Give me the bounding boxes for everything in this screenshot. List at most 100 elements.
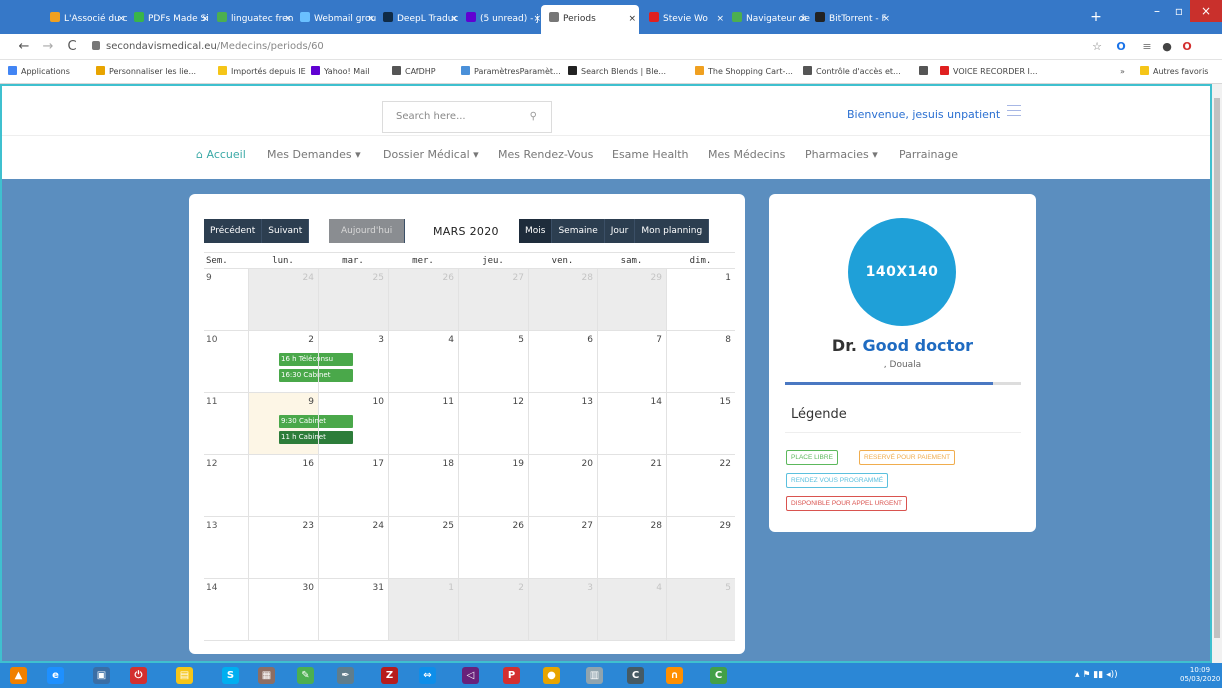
nav-mes-rendez-vous[interactable]: Mes Rendez-Vous — [498, 148, 593, 161]
browser-tab[interactable]: DeepL Traduc × — [375, 5, 461, 34]
tab-close-icon[interactable]: × — [716, 5, 724, 34]
vlc-icon[interactable]: ▲ — [10, 667, 27, 684]
day-cell[interactable]: 18 — [388, 455, 458, 516]
day-cell[interactable]: 3 — [318, 331, 388, 392]
day-cell[interactable]: 25 — [318, 269, 388, 330]
day-cell[interactable]: 29 — [597, 269, 666, 330]
previous-button[interactable]: Précédent — [204, 219, 263, 243]
day-cell[interactable]: 3 — [528, 579, 597, 640]
bookmark-item[interactable]: Applications — [8, 60, 70, 84]
day-cell[interactable]: 9 9:30 Cabinet 11 h Cabinet — [248, 393, 353, 454]
visual-studio-icon[interactable]: ◁ — [462, 667, 479, 684]
day-cell[interactable]: 28 — [597, 517, 666, 578]
paint-icon[interactable]: ✎ — [297, 667, 314, 684]
view-week-button[interactable]: Semaine — [552, 219, 605, 243]
day-cell[interactable]: 2 — [458, 579, 528, 640]
other-bookmarks[interactable]: Autres favoris — [1140, 60, 1208, 84]
bookmark-item[interactable]: Personnaliser les lie... — [96, 60, 196, 84]
day-cell[interactable]: 13 — [528, 393, 597, 454]
day-cell[interactable]: 30 — [248, 579, 318, 640]
bookmark-item[interactable]: Yahoo! Mail — [311, 60, 370, 84]
network-icon[interactable]: ▣ — [93, 667, 110, 684]
notepad-icon[interactable]: ▦ — [258, 667, 275, 684]
nav-pharmacies[interactable]: Pharmacies ▾ — [805, 148, 878, 161]
search-icon[interactable]: ⚲ — [530, 102, 537, 132]
system-clock[interactable]: 10:09 05/03/2020 — [1180, 666, 1220, 684]
opera-icon[interactable]: O — [1180, 40, 1194, 54]
browser-tab[interactable]: Webmail grou × — [292, 5, 378, 34]
browser-tab[interactable]: Stevie Wo × — [641, 5, 727, 34]
day-cell[interactable]: 4 — [597, 579, 666, 640]
day-cell[interactable]: 5 — [458, 331, 528, 392]
day-cell[interactable]: 27 — [458, 269, 528, 330]
star-icon[interactable]: ☆ — [1090, 40, 1104, 54]
maximize-button[interactable]: ▫ — [1168, 0, 1190, 22]
welcome-user[interactable]: Bienvenue, jesuis unpatient — [847, 108, 1000, 121]
tab-close-icon[interactable]: × — [799, 5, 807, 34]
browser-tab[interactable]: Periods × — [541, 5, 639, 34]
browser-tab[interactable]: Navigateur de × — [724, 5, 810, 34]
browser-tab[interactable]: L'Associé du c × — [42, 5, 128, 34]
day-cell[interactable]: 5 — [666, 579, 735, 640]
reading-list-icon[interactable]: ≡ — [1140, 40, 1154, 54]
menu-icon[interactable] — [1007, 105, 1021, 117]
browser-tab[interactable]: BitTorrent - F × — [807, 5, 893, 34]
bookmark-item[interactable]: Importés depuis IE — [218, 60, 306, 84]
bookmark-item[interactable]: The Shopping Cart-... — [695, 60, 793, 84]
minimize-button[interactable]: – — [1146, 0, 1168, 22]
day-cell[interactable]: 1 — [388, 579, 458, 640]
skype-icon[interactable]: S — [222, 667, 239, 684]
tab-close-icon[interactable]: × — [367, 5, 375, 34]
tab-close-icon[interactable]: × — [628, 5, 636, 34]
nav-dossier-medical[interactable]: Dossier Médical ▾ — [383, 148, 479, 161]
day-cell[interactable]: 17 — [318, 455, 388, 516]
day-cell[interactable]: 21 — [597, 455, 666, 516]
day-cell[interactable]: 7 — [597, 331, 666, 392]
day-cell[interactable]: 26 — [458, 517, 528, 578]
view-planning-button[interactable]: Mon planning — [635, 219, 710, 243]
day-cell[interactable]: 1 — [666, 269, 735, 330]
bookmark-item[interactable] — [919, 60, 932, 84]
browser-tab[interactable]: linguatec fren × — [209, 5, 295, 34]
tab-close-icon[interactable]: × — [882, 5, 890, 34]
bookmark-item[interactable]: CAfDHP — [392, 60, 436, 84]
day-cell[interactable]: 27 — [528, 517, 597, 578]
search-input[interactable]: Search here... ⚲ — [382, 101, 552, 133]
day-cell[interactable]: 24 — [318, 517, 388, 578]
day-cell[interactable]: 15 — [666, 393, 735, 454]
system-tray-icons[interactable]: ▴ ⚑ ▮▮ ◂)) — [1075, 670, 1118, 680]
browser-tab[interactable]: (5 unread) - j × — [458, 5, 544, 34]
view-day-button[interactable]: Jour — [604, 219, 636, 243]
profile-icon[interactable]: ● — [1160, 40, 1174, 54]
today-button[interactable]: Aujourd'hui — [329, 219, 406, 243]
nav-esame-health[interactable]: Esame Health — [612, 148, 689, 161]
reload-button[interactable]: C — [62, 37, 82, 57]
next-button[interactable]: Suivant — [262, 219, 310, 243]
day-cell[interactable]: 11 — [388, 393, 458, 454]
bookmark-item[interactable]: ParamètresParamèt... — [461, 60, 561, 84]
filezilla-icon[interactable]: Z — [381, 667, 398, 684]
tab-close-icon[interactable]: × — [117, 5, 125, 34]
page-scrollbar[interactable] — [1212, 84, 1222, 663]
day-cell[interactable]: 10 — [318, 393, 388, 454]
day-cell[interactable]: 22 — [666, 455, 735, 516]
tab-close-icon[interactable]: × — [450, 5, 458, 34]
day-cell[interactable]: 14 — [597, 393, 666, 454]
forward-button[interactable]: → — [38, 37, 58, 57]
ccleaner-icon[interactable]: C — [627, 667, 644, 684]
nav-mes-demandes[interactable]: Mes Demandes ▾ — [267, 148, 361, 161]
day-cell[interactable]: 12 — [458, 393, 528, 454]
day-cell[interactable]: 25 — [388, 517, 458, 578]
tab-close-icon[interactable]: × — [284, 5, 292, 34]
day-cell[interactable]: 28 — [528, 269, 597, 330]
day-cell[interactable]: 4 — [388, 331, 458, 392]
view-month-button[interactable]: Mois — [519, 219, 553, 243]
url-field[interactable]: secondavismedical.eu/Medecins/periods/60 — [92, 37, 1082, 57]
day-cell[interactable]: 2 16 h Téléconsu 16:30 Cabinet — [248, 331, 353, 392]
day-cell[interactable]: 24 — [248, 269, 318, 330]
new-tab-button[interactable]: + — [1084, 5, 1108, 29]
pen-icon[interactable]: ✒ — [337, 667, 354, 684]
close-window-button[interactable]: × — [1190, 0, 1222, 22]
chrome-icon[interactable]: ● — [543, 667, 560, 684]
nav-parrainage[interactable]: Parrainage — [899, 148, 958, 161]
